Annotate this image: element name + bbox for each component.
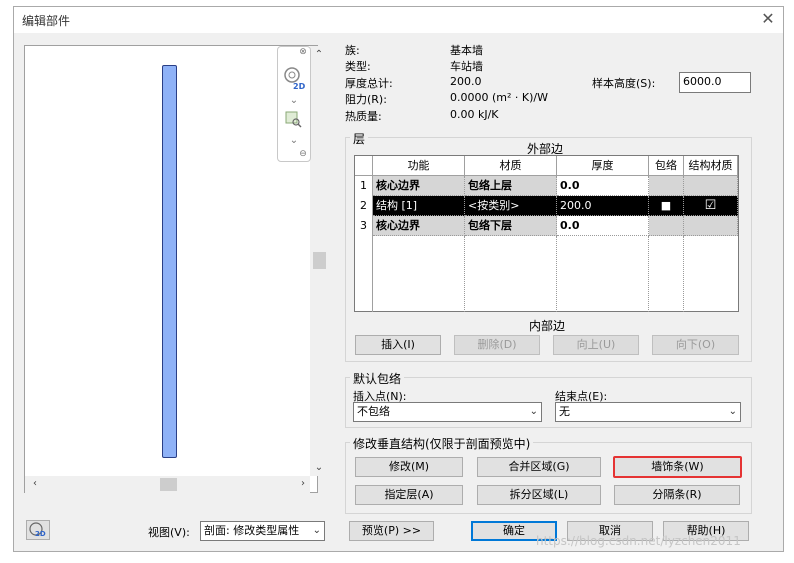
preview-button[interactable]: 预览(P) >> [349,521,434,541]
move-up-button[interactable]: 向上(U) [553,335,639,355]
layer-structural-checkbox[interactable]: ☑ [684,196,738,216]
type-value: 车站墙 [450,60,483,73]
layers-table[interactable]: 功能 材质 厚度 包络 结构材质 1 核心边界 包络上层 0.0 2 结构 [1… [354,155,739,312]
delete-layer-button[interactable]: 删除(D) [454,335,540,355]
layer-material-cell[interactable]: 包络下层 [465,216,557,236]
chevron-down-icon: ⌄ [529,406,538,417]
sample-height-input[interactable]: 6000.0 [679,72,751,93]
scroll-left-arrow-icon[interactable]: ‹ [28,477,42,491]
layer-thickness-cell[interactable]: 0.0 [557,176,649,196]
title-bar [14,7,783,33]
wall-section-preview [162,65,177,458]
vertical-structure-group-title: 修改垂直结构(仅限于剖面预览中) [350,435,534,452]
end-point-value: 无 [559,405,570,418]
footer-2d-label: 2D [35,530,46,538]
insert-layer-button[interactable]: 插入(I) [355,335,441,355]
resistance-value: 0.0000 (m² · K)/W [450,91,548,104]
row-number-header [355,156,373,176]
column-header-wraps[interactable]: 包络 [649,156,684,176]
layer-wraps-cell [649,176,684,196]
column-divider [556,236,557,312]
layer-structural-cell [684,216,738,236]
scroll-down-arrow-icon[interactable]: ⌄ [312,461,326,475]
layer-wraps-checkbox[interactable]: ■ [649,196,684,216]
column-header-material[interactable]: 材质 [465,156,557,176]
nav-bar-close-icon[interactable]: ⊗ [296,46,310,58]
layer-function-cell[interactable]: 结构 [1] [373,196,465,216]
horizontal-scroll-thumb[interactable] [160,478,177,491]
layer-thickness-cell[interactable]: 200.0 [557,196,649,216]
layer-material-cell[interactable]: <按类别> [465,196,557,216]
resistance-label: 阻力(R): [345,93,387,106]
layer-function-cell[interactable]: 核心边界 [373,216,465,236]
family-value: 基本墙 [450,44,483,57]
family-label: 族: [345,44,360,57]
layer-thickness-cell[interactable]: 0.0 [557,216,649,236]
nav-dropdown-icon[interactable]: ⌄ [284,92,304,110]
view-select-value: 剖面: 修改类型属性 [204,524,300,537]
watermark: https://blog.csdn.net/lyzchen2011 [536,534,741,548]
type-label: 类型: [345,60,371,73]
chevron-down-icon: ⌄ [728,406,737,417]
nav-2d-label: 2D [293,82,306,91]
thickness-value: 200.0 [450,75,482,88]
row-number[interactable]: 2 [355,196,373,216]
reveals-button[interactable]: 分隔条(R) [614,485,740,505]
column-header-structural-material[interactable]: 结构材质 [684,156,738,176]
row-header-strip [355,236,373,312]
vertical-scroll-thumb[interactable] [313,252,326,269]
thermal-mass-label: 热质量: [345,110,382,123]
move-down-button[interactable]: 向下(O) [652,335,739,355]
end-point-select[interactable]: 无 ⌄ [555,402,741,422]
chevron-down-icon: ⌄ [312,522,321,540]
insert-point-select[interactable]: 不包络 ⌄ [353,402,542,422]
insert-point-value: 不包络 [357,405,390,418]
column-header-function[interactable]: 功能 [373,156,465,176]
row-number[interactable]: 1 [355,176,373,196]
layer-function-cell[interactable]: 核心边界 [373,176,465,196]
interior-side-label: 内部边 [529,319,566,333]
column-header-thickness[interactable]: 厚度 [557,156,649,176]
row-number[interactable]: 3 [355,216,373,236]
assign-layers-button[interactable]: 指定层(A) [355,485,463,505]
scroll-up-arrow-icon[interactable]: ⌃ [312,48,326,62]
modify-button[interactable]: 修改(M) [355,457,463,477]
view-label: 视图(V): [148,526,190,539]
column-divider [683,236,684,312]
sample-height-label: 样本高度(S): [592,77,656,90]
column-divider [648,236,649,312]
layer-structural-cell [684,176,738,196]
split-region-button[interactable]: 拆分区域(L) [477,485,601,505]
layers-group-title: 层 [350,130,369,147]
zoom-region-icon[interactable] [284,110,304,130]
column-divider [464,236,465,312]
wall-sweeps-button[interactable]: 墙饰条(W) [613,456,742,478]
view-select[interactable]: 剖面: 修改类型属性 ⌄ [200,521,325,541]
scroll-right-arrow-icon[interactable]: › [296,477,310,491]
layer-wraps-cell [649,216,684,236]
nav-bar-options-icon[interactable]: ⊖ [296,148,310,160]
merge-regions-button[interactable]: 合并区域(G) [477,457,601,477]
close-icon[interactable]: ✕ [758,10,778,28]
dialog-title: 编辑部件 [22,14,71,28]
thermal-mass-value: 0.00 kJ/K [450,108,499,121]
thickness-label: 厚度总计: [345,77,393,90]
default-wrap-group-title: 默认包络 [350,370,405,387]
layer-material-cell[interactable]: 包络上层 [465,176,557,196]
